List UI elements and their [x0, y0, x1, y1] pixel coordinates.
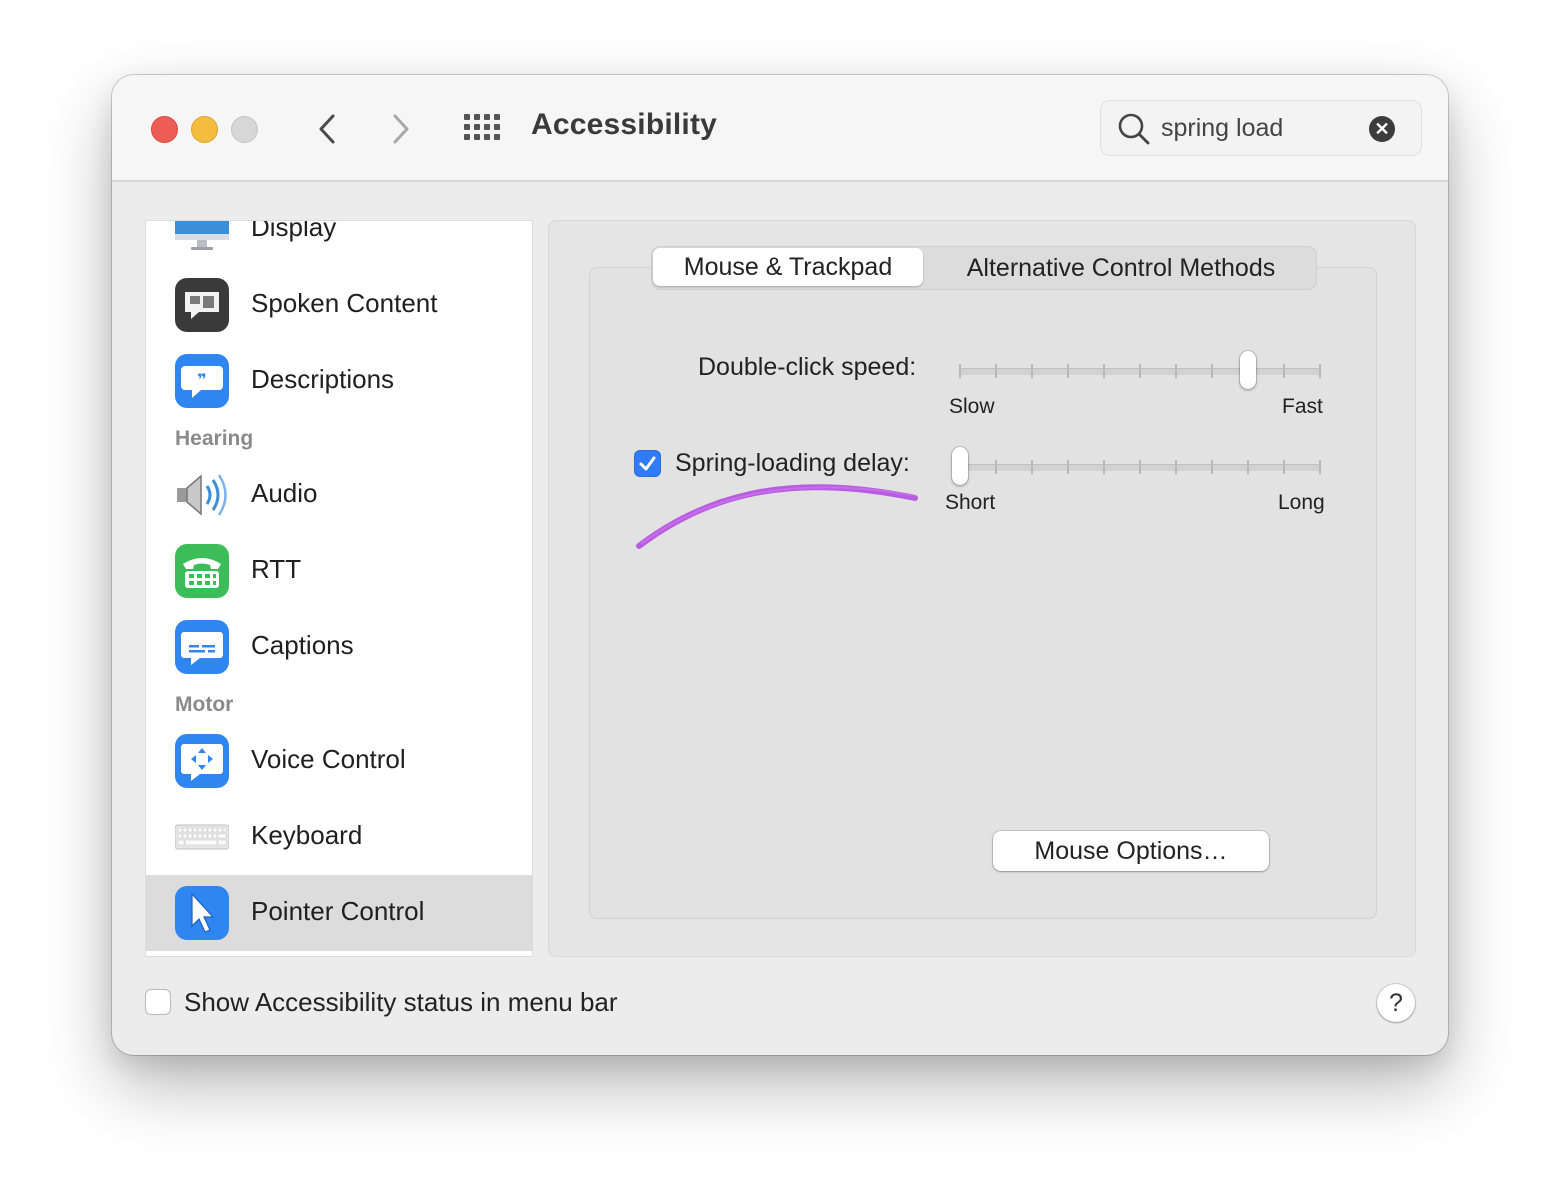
sidebar-item-spoken-content[interactable]: Spoken Content [146, 267, 532, 343]
keyboard-icon [175, 824, 229, 850]
chevron-left-icon [319, 114, 335, 144]
preferences-window: Accessibility ✕ Display [112, 75, 1448, 1055]
spring-loading-checkbox[interactable] [634, 450, 661, 477]
sidebar-item-pointer-control[interactable]: Pointer Control [146, 875, 532, 951]
grid-icon [464, 114, 500, 140]
section-header-hearing: Hearing [175, 427, 254, 450]
tab-mouse-trackpad[interactable]: Mouse & Trackpad [653, 248, 923, 286]
slider-tick [995, 460, 997, 474]
sidebar-item-descriptions[interactable]: ❞ Descriptions [146, 343, 532, 419]
slider-tick [1103, 364, 1105, 378]
help-button[interactable]: ? [1377, 984, 1415, 1022]
sidebar-item-label: Spoken Content [251, 288, 438, 318]
slider-tick [1139, 460, 1141, 474]
slider-tick [1067, 364, 1069, 378]
sidebar-item-label: Voice Control [251, 744, 406, 774]
captions-icon [175, 620, 229, 674]
slider-tick [1283, 460, 1285, 474]
sidebar-item-rtt[interactable]: RTT [146, 533, 532, 609]
sidebar-item-label: Keyboard [251, 820, 363, 850]
speaker-icon [177, 474, 227, 516]
slider-tick [1103, 460, 1105, 474]
slider-tick [1319, 364, 1321, 378]
double-click-speed-label: Double-click speed: [698, 353, 917, 381]
clear-search-icon[interactable]: ✕ [1369, 116, 1395, 142]
sidebar-item-label: Audio [251, 478, 318, 508]
mouse-options-button[interactable]: Mouse Options… [993, 831, 1269, 871]
display-icon [175, 221, 229, 250]
slider-tick [1211, 364, 1213, 378]
minimize-button[interactable] [191, 116, 218, 143]
voice-control-icon [175, 734, 229, 788]
slow-label: Slow [949, 395, 995, 418]
search-field[interactable]: ✕ [1100, 100, 1422, 156]
checkmark-icon [639, 456, 656, 471]
slider-tick [1031, 460, 1033, 474]
slider-tick [1247, 460, 1249, 474]
spring-loading-delay-slider[interactable] [952, 447, 1321, 485]
sidebar-item-label: Pointer Control [251, 896, 425, 926]
short-label: Short [945, 491, 996, 514]
chevron-right-icon [393, 114, 409, 144]
sidebar-item-display[interactable]: Display [146, 220, 532, 267]
sidebar-item-label: Display [251, 220, 337, 242]
sidebar-item-label: Descriptions [251, 364, 395, 394]
search-input[interactable] [1161, 110, 1371, 146]
sidebar-item-label: RTT [251, 554, 302, 584]
tab-alternative-control-methods[interactable]: Alternative Control Methods [927, 247, 1315, 289]
sidebar: Display Spoken Content ❞ Descriptions He… [145, 220, 533, 957]
back-button[interactable] [308, 108, 348, 150]
window-title: Accessibility [531, 108, 718, 141]
fast-label: Fast [1282, 395, 1323, 418]
search-icon [1118, 113, 1150, 145]
zoom-button[interactable] [231, 116, 258, 143]
title-bar: Accessibility ✕ [112, 75, 1448, 182]
slider-tick [995, 364, 997, 378]
sidebar-item-label: Captions [251, 630, 354, 660]
slider-tick [959, 364, 961, 378]
settings-panel: Mouse & Trackpad Alternative Control Met… [548, 220, 1416, 957]
slider-tick [1211, 460, 1213, 474]
spoken-content-icon [175, 278, 229, 332]
slider-thumb[interactable] [952, 447, 968, 485]
slider-tick [1067, 460, 1069, 474]
show-status-checkbox[interactable] [145, 989, 171, 1015]
sidebar-item-keyboard[interactable]: Keyboard [146, 799, 532, 875]
slider-tick [1031, 364, 1033, 378]
tab-bar: Mouse & Trackpad Alternative Control Met… [651, 246, 1317, 290]
slider-tick [1283, 364, 1285, 378]
descriptions-icon: ❞ [175, 354, 229, 408]
forward-button[interactable] [380, 108, 420, 150]
show-status-label: Show Accessibility status in menu bar [184, 987, 618, 1017]
sidebar-item-audio[interactable]: Audio [146, 457, 532, 533]
show-all-button[interactable] [462, 112, 502, 142]
sidebar-item-captions[interactable]: Captions [146, 609, 532, 685]
double-click-speed-slider[interactable] [959, 351, 1321, 389]
slider-tick [1175, 460, 1177, 474]
slider-tick [1139, 364, 1141, 378]
close-button[interactable] [151, 116, 178, 143]
rtt-phone-icon [175, 544, 229, 598]
slider-thumb[interactable] [1240, 351, 1256, 389]
spring-loading-delay-label: Spring-loading delay: [675, 449, 910, 477]
long-label: Long [1278, 491, 1325, 514]
slider-tick [1175, 364, 1177, 378]
svg-text:❞: ❞ [197, 370, 206, 389]
slider-tick [1319, 460, 1321, 474]
sidebar-item-voice-control[interactable]: Voice Control [146, 723, 532, 799]
section-header-motor: Motor [175, 693, 234, 716]
pointer-icon [175, 886, 229, 940]
